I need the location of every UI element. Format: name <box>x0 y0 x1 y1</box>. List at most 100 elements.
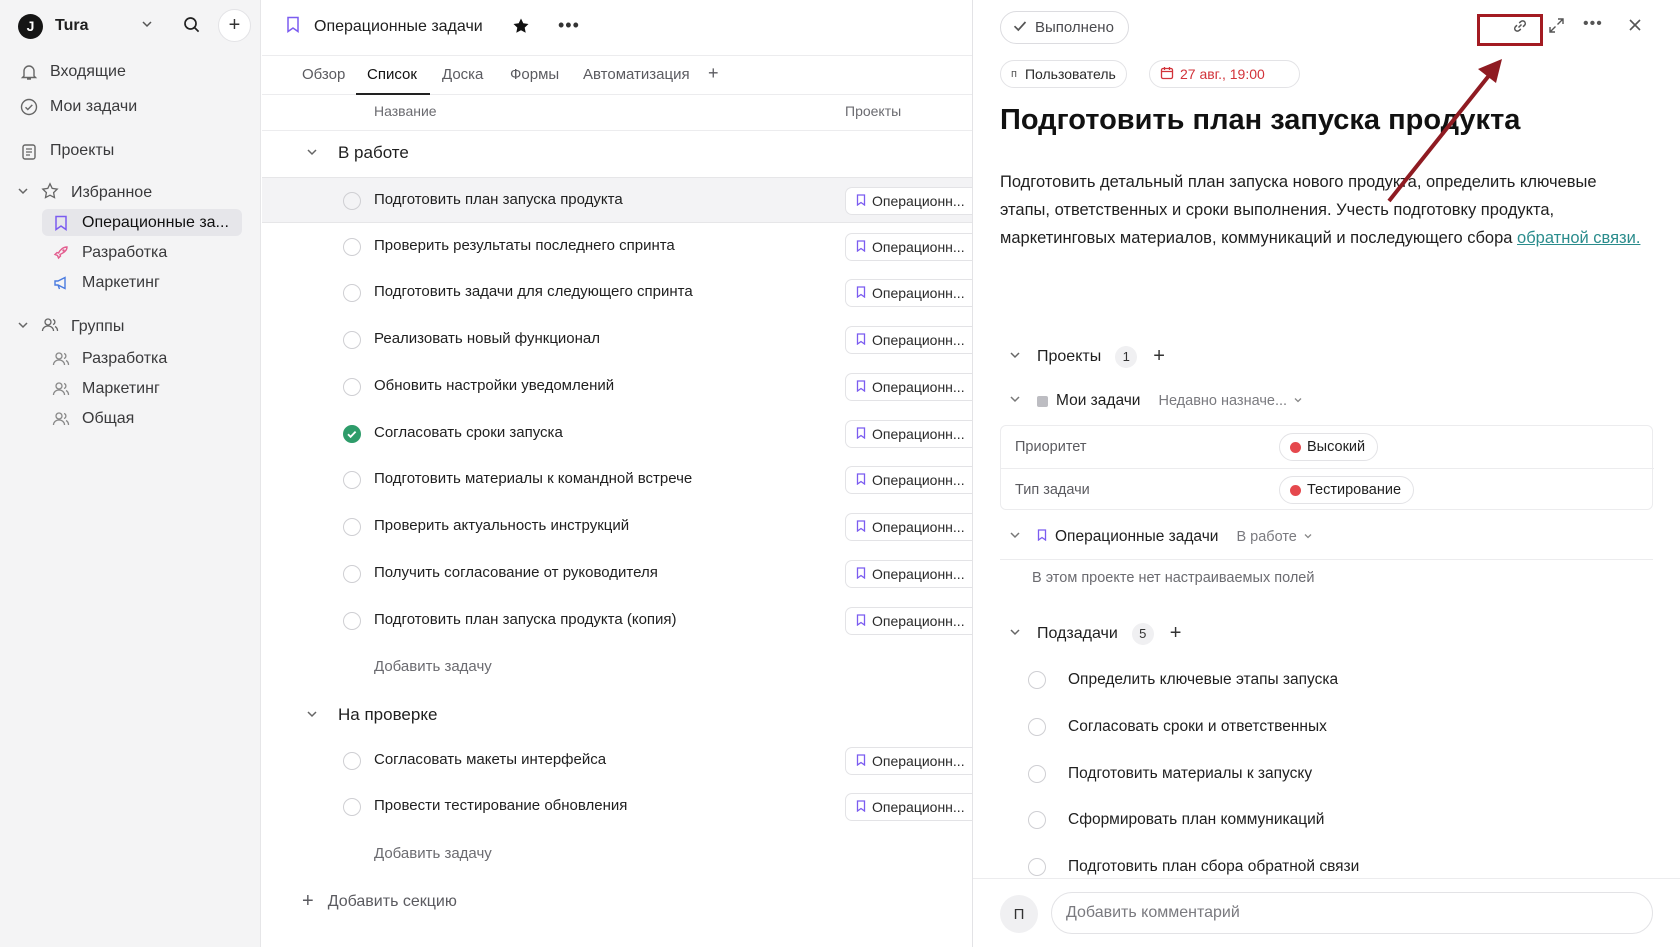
column-header-name[interactable]: Название <box>374 103 437 119</box>
tab-automation[interactable]: Автоматизация <box>583 66 690 83</box>
project-pill[interactable]: Операционн... <box>845 326 975 354</box>
close-icon[interactable] <box>1627 17 1643 33</box>
subtask-row[interactable]: Подготовить план сбора обратной связи <box>1028 858 1359 876</box>
project-pill[interactable]: Операционн... <box>845 233 975 261</box>
task-checkbox[interactable] <box>343 378 361 396</box>
task-row[interactable]: Подготовить план запуска продукта Операц… <box>262 177 975 223</box>
task-checkbox[interactable] <box>343 798 361 816</box>
workspace-switcher[interactable]: J Tura <box>18 13 88 39</box>
task-description[interactable]: Подготовить детальный план запуска новог… <box>1000 168 1650 252</box>
projects-section-header[interactable]: Проекты 1 + <box>1009 345 1165 368</box>
nav-projects[interactable]: Проекты <box>20 138 114 164</box>
mark-complete-button[interactable]: Выполнено <box>1000 11 1129 44</box>
task-checkbox[interactable] <box>343 331 361 349</box>
sidebar-group-marketing[interactable]: Маркетинг <box>42 375 242 402</box>
tab-overview[interactable]: Обзор <box>302 66 345 83</box>
task-row[interactable]: Обновить настройки уведомлений Операцион… <box>262 364 975 410</box>
operational-project-row[interactable]: Операционные задачи В работе <box>1009 528 1313 546</box>
task-row[interactable]: Проверить актуальность инструкций Операц… <box>262 504 975 550</box>
project-pill[interactable]: Операционн... <box>845 373 975 401</box>
add-task-button[interactable]: Добавить задачу <box>374 845 492 862</box>
task-type-value[interactable]: Тестирование <box>1279 476 1415 504</box>
favorites-header[interactable]: Избранное <box>17 180 152 206</box>
search-icon[interactable] <box>183 16 201 38</box>
project-pill-label: Операционн... <box>872 472 965 488</box>
create-button[interactable]: + <box>218 9 251 42</box>
subtask-checkbox[interactable] <box>1028 671 1046 689</box>
project-pill[interactable]: Операционн... <box>845 466 975 494</box>
tab-list[interactable]: Список <box>367 66 417 83</box>
my-tasks-label: Мои задачи <box>1056 392 1141 409</box>
task-title[interactable]: Подготовить план запуска продукта <box>1000 104 1520 137</box>
project-pill[interactable]: Операционн... <box>845 560 975 588</box>
task-row[interactable]: Реализовать новый функционал Операционн.… <box>262 317 975 363</box>
project-pill[interactable]: Операционн... <box>845 513 975 541</box>
add-section-button[interactable]: + Добавить секцию <box>302 890 457 913</box>
task-row[interactable]: Подготовить задачи для следующего спринт… <box>262 270 975 316</box>
section-header[interactable]: В работе <box>306 143 409 163</box>
project-pill[interactable]: Операционн... <box>845 747 975 775</box>
task-checkbox[interactable] <box>343 518 361 536</box>
subtask-row[interactable]: Сформировать план коммуникаций <box>1028 811 1324 829</box>
subtask-row[interactable]: Определить ключевые этапы запуска <box>1028 671 1338 689</box>
task-row[interactable]: Подготовить план запуска продукта (копия… <box>262 598 975 644</box>
task-row[interactable]: Получить согласование от руководителя Оп… <box>262 551 975 597</box>
sidebar-item-label: Операционные за... <box>82 213 229 231</box>
project-pill[interactable]: Операционн... <box>845 793 975 821</box>
subtask-row[interactable]: Подготовить материалы к запуску <box>1028 765 1312 783</box>
project-pill[interactable]: Операционн... <box>845 279 975 307</box>
project-pill[interactable]: Операционн... <box>845 187 975 215</box>
section-status-dropdown[interactable]: В работе <box>1236 529 1312 545</box>
subtask-row[interactable]: Согласовать сроки и ответственных <box>1028 718 1327 736</box>
subtask-checkbox[interactable] <box>1028 811 1046 829</box>
add-project-button[interactable]: + <box>1153 345 1165 368</box>
sidebar-item-development[interactable]: Разработка <box>42 239 242 266</box>
sidebar-item-label: Маркетинг <box>82 379 160 397</box>
project-pill[interactable]: Операционн... <box>845 607 975 635</box>
due-date-chip[interactable]: 27 авг., 19:00 <box>1149 60 1300 88</box>
task-checkbox[interactable] <box>343 752 361 770</box>
star-icon[interactable] <box>512 17 530 40</box>
subtask-checkbox[interactable] <box>1028 718 1046 736</box>
nav-inbox[interactable]: Входящие <box>20 59 126 85</box>
section-header[interactable]: На проверке <box>306 705 437 725</box>
sidebar-group-development[interactable]: Разработка <box>42 345 242 372</box>
subtask-checkbox[interactable] <box>1028 765 1046 783</box>
task-checkbox-checked[interactable] <box>343 425 361 443</box>
column-header-projects[interactable]: Проекты <box>845 103 901 119</box>
chevron-down-icon[interactable] <box>140 17 154 35</box>
task-row[interactable]: Провести тестирование обновления Операци… <box>262 784 975 830</box>
subtask-checkbox[interactable] <box>1028 858 1046 876</box>
task-checkbox[interactable] <box>343 471 361 489</box>
tab-forms[interactable]: Формы <box>510 66 559 83</box>
my-tasks-status-dropdown[interactable]: Недавно назначе... <box>1158 393 1303 409</box>
assignee-chip[interactable]: п Пользователь <box>1000 60 1127 88</box>
add-subtask-button[interactable]: + <box>1170 622 1182 645</box>
sidebar-group-general[interactable]: Общая <box>42 405 242 432</box>
tab-board[interactable]: Доска <box>442 66 483 83</box>
more-icon[interactable]: ••• <box>1583 15 1603 33</box>
task-checkbox[interactable] <box>343 565 361 583</box>
task-checkbox[interactable] <box>343 612 361 630</box>
my-tasks-row[interactable]: Мои задачи Недавно назначе... <box>1009 392 1303 410</box>
comment-input[interactable] <box>1051 892 1653 934</box>
more-icon[interactable]: ••• <box>558 15 580 36</box>
subtasks-section-header[interactable]: Подзадачи 5 + <box>1009 622 1181 645</box>
task-row[interactable]: Подготовить материалы к командной встреч… <box>262 457 975 503</box>
project-pill[interactable]: Операционн... <box>845 420 975 448</box>
task-checkbox[interactable] <box>343 284 361 302</box>
add-task-button[interactable]: Добавить задачу <box>374 658 492 675</box>
description-link[interactable]: обратной связи. <box>1517 229 1640 247</box>
task-checkbox[interactable] <box>343 238 361 256</box>
priority-value[interactable]: Высокий <box>1279 433 1379 461</box>
task-row[interactable]: Согласовать сроки запуска Операционн... <box>262 411 975 457</box>
sidebar-item-marketing[interactable]: Маркетинг <box>42 269 242 296</box>
nav-my-tasks[interactable]: Мои задачи <box>20 94 137 120</box>
sidebar-item-operational-tasks[interactable]: Операционные за... <box>42 209 242 236</box>
groups-header[interactable]: Группы <box>17 314 124 340</box>
task-checkbox[interactable] <box>343 192 361 210</box>
task-row[interactable]: Проверить результаты последнего спринта … <box>262 224 975 270</box>
task-row[interactable]: Согласовать макеты интерфейса Операционн… <box>262 738 975 784</box>
add-tab-button[interactable]: + <box>708 63 719 84</box>
expand-icon[interactable] <box>1548 17 1565 34</box>
